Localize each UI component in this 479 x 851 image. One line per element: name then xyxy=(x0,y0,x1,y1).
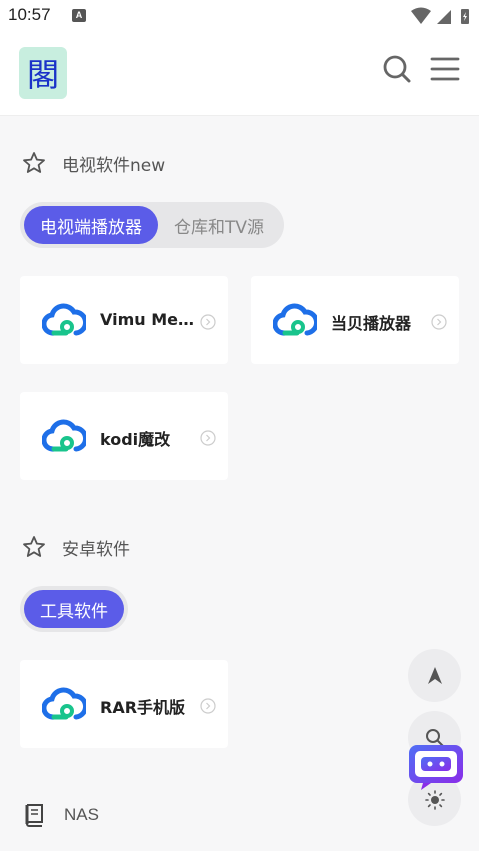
arrow-circle-icon xyxy=(431,314,447,330)
cloud-icon xyxy=(42,419,86,452)
tab-tv-player[interactable]: 电视端播放器 xyxy=(24,206,158,244)
book-icon xyxy=(25,804,43,827)
section-title-nas: NAS xyxy=(22,800,99,830)
app-name: 当贝播放器 xyxy=(331,314,412,333)
app-name: RAR手机版 xyxy=(100,698,186,717)
arrow-circle-icon xyxy=(200,430,216,446)
signal-icon xyxy=(437,10,451,24)
arrow-circle-icon xyxy=(200,314,216,330)
cloud-icon xyxy=(42,687,86,720)
app-name: kodi魔改 xyxy=(100,430,171,449)
app-header: 閣 xyxy=(0,32,479,116)
tab-bar: 工具软件 xyxy=(20,586,128,632)
search-icon[interactable] xyxy=(382,54,412,84)
section-title-android-software: 安卓软件 xyxy=(22,532,130,562)
tab-bar: 电视端播放器 仓库和TV源 xyxy=(20,202,285,248)
wifi-icon xyxy=(411,7,431,24)
arrow-circle-icon xyxy=(200,698,216,714)
section-title-tv-software: 电视软件new xyxy=(22,148,165,178)
app-name: Vimu Media Player xyxy=(100,310,200,329)
scroll-top-button[interactable] xyxy=(408,649,461,702)
star-icon xyxy=(23,152,45,173)
section-label: NAS xyxy=(64,805,99,824)
section-label: 安卓软件 xyxy=(62,539,130,560)
app-card-dangbei[interactable]: 当贝播放器 xyxy=(251,276,459,364)
notification-icon: A xyxy=(72,9,86,22)
navigate-icon xyxy=(427,666,442,684)
status-time: 10:57 xyxy=(8,5,51,24)
section-label: 电视软件new xyxy=(62,155,166,176)
status-icons xyxy=(411,7,469,24)
sun-icon xyxy=(424,789,445,810)
site-logo[interactable]: 閣 xyxy=(19,47,67,99)
app-card-kodi[interactable]: kodi魔改 xyxy=(20,392,228,480)
status-bar: 10:57 A xyxy=(0,0,479,32)
tab-repo-tv-source[interactable]: 仓库和TV源 xyxy=(158,206,280,244)
star-icon xyxy=(23,536,45,557)
tab-tool-software[interactable]: 工具软件 xyxy=(24,590,124,628)
chat-bot-icon[interactable] xyxy=(407,743,465,791)
app-card-rar[interactable]: RAR手机版 xyxy=(20,660,228,748)
menu-icon[interactable] xyxy=(430,56,460,82)
app-card-vimu[interactable]: Vimu Media Player xyxy=(20,276,228,364)
cloud-icon xyxy=(273,303,317,336)
cloud-icon xyxy=(42,303,86,336)
